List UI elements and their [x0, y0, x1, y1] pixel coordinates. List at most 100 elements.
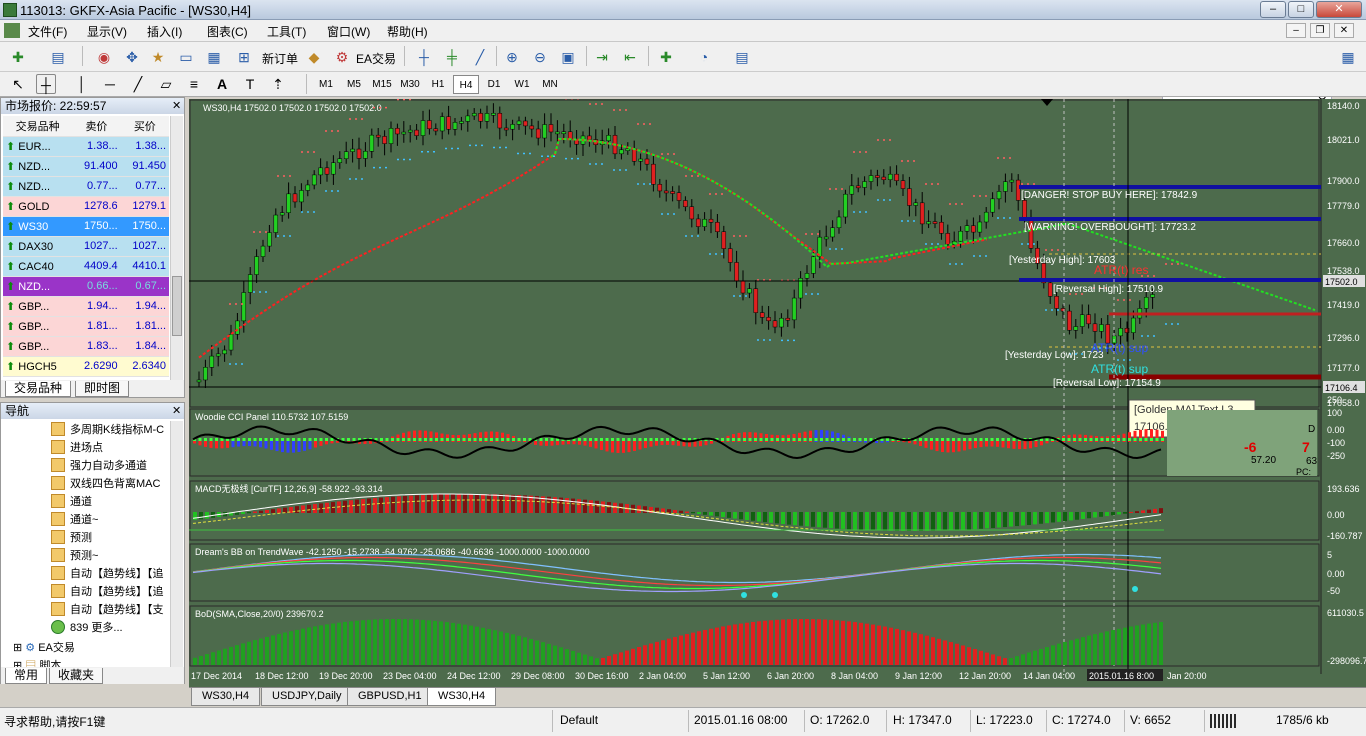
- market-watch-row[interactable]: ⬆ NZD... 0.66... 0.67...: [3, 276, 169, 297]
- market-watch-row[interactable]: ⬆ WS30 1750... 1750...: [3, 216, 169, 237]
- tf-m1[interactable]: M1: [313, 75, 339, 94]
- ea-trading-button[interactable]: EA交易: [356, 50, 396, 67]
- symbol-cell[interactable]: ⬆ WS30: [3, 216, 73, 237]
- navigator-item[interactable]: 通道~: [51, 511, 171, 529]
- candle-chart-icon[interactable]: ╪: [442, 47, 462, 67]
- navigator-item[interactable]: 强力自动多通道: [51, 457, 171, 475]
- tree-group-ea[interactable]: ⊞ ⚙ EA交易: [13, 639, 75, 657]
- autoscroll-icon[interactable]: ⇥: [592, 47, 612, 67]
- bar-chart-icon[interactable]: ┼: [414, 47, 434, 67]
- metaeditor-icon[interactable]: ◆: [304, 47, 324, 67]
- community-icon[interactable]: ▦: [1338, 47, 1358, 67]
- chart-shift-icon[interactable]: ⇤: [620, 47, 640, 67]
- new-order-button[interactable]: 新订单: [262, 50, 298, 67]
- market-watch-icon[interactable]: ◉: [94, 47, 114, 67]
- symbol-cell[interactable]: ⬆ GBP...: [3, 316, 73, 337]
- indicators-icon[interactable]: ✚: [656, 47, 676, 67]
- crosshair-icon[interactable]: ┼: [36, 74, 56, 94]
- symbol-cell[interactable]: ⬆ GBP...: [3, 296, 73, 317]
- tester-icon[interactable]: ▦: [204, 47, 224, 67]
- new-order-icon[interactable]: ⊞: [234, 47, 254, 67]
- market-watch-row[interactable]: ⬆ NZD... 0.77... 0.77...: [3, 176, 169, 197]
- chart-tab-usdjpy[interactable]: USDJPY,Daily: [261, 688, 353, 706]
- line-chart-icon[interactable]: ╱: [470, 47, 490, 67]
- tab-symbols[interactable]: 交易品种: [5, 381, 72, 397]
- mdi-minimize-button[interactable]: –: [1286, 23, 1306, 38]
- navigator-item[interactable]: 自动【趋势线】【追: [51, 565, 171, 583]
- market-watch-row[interactable]: ⬆ EUR... 1.38... 1.38...: [3, 136, 169, 157]
- menu-chart[interactable]: 图表(C): [207, 23, 248, 40]
- close-icon[interactable]: ✕: [172, 99, 181, 112]
- symbol-cell[interactable]: ⬆ CAC40: [3, 256, 73, 277]
- navigator-item[interactable]: 自动【趋势线】【追: [51, 583, 171, 601]
- tf-w1[interactable]: W1: [509, 75, 535, 94]
- chart-tab-gbpusd[interactable]: GBPUSD,H1: [347, 688, 433, 706]
- new-chart-icon[interactable]: ✚: [8, 47, 28, 67]
- symbol-cell[interactable]: ⬆ GOLD: [3, 196, 73, 217]
- chart-tab-ws30[interactable]: WS30,H4: [191, 688, 261, 706]
- scrollbar[interactable]: [170, 116, 183, 380]
- scrollbar[interactable]: [170, 421, 183, 667]
- menu-window[interactable]: 窗口(W): [327, 23, 370, 40]
- equidistant-channel-icon[interactable]: ▱: [156, 74, 176, 94]
- chart-tab-ws30-active[interactable]: WS30,H4: [427, 688, 497, 706]
- menu-file[interactable]: 文件(F): [28, 23, 67, 40]
- close-button[interactable]: ✕: [1316, 1, 1362, 18]
- menu-view[interactable]: 显示(V): [87, 23, 127, 40]
- cursor-icon[interactable]: ↖: [8, 74, 28, 94]
- periods-icon[interactable]: ◔: [694, 47, 714, 67]
- ea-icon[interactable]: ⚙: [332, 47, 352, 67]
- tf-m30[interactable]: M30: [397, 75, 423, 94]
- close-icon[interactable]: ✕: [172, 404, 181, 417]
- column-ask[interactable]: 买价: [120, 116, 169, 137]
- price-chart[interactable]: 18140.0 18021.0 17900.0 17779.0 17660.0 17538…: [189, 99, 1366, 687]
- menu-help[interactable]: 帮助(H): [387, 23, 428, 40]
- navigator-icon[interactable]: ★: [148, 47, 168, 67]
- minimize-button[interactable]: –: [1260, 1, 1286, 18]
- vertical-line-icon[interactable]: │: [72, 74, 92, 94]
- profiles-icon[interactable]: ▤: [48, 47, 68, 67]
- tab-common[interactable]: 常用: [5, 668, 48, 684]
- navigator-item[interactable]: 预测: [51, 529, 171, 547]
- navigator-item[interactable]: 进场点: [51, 439, 171, 457]
- arrows-icon[interactable]: ⇡: [268, 74, 288, 94]
- market-watch-row[interactable]: ⬆ CAC40 4409.4 4410.1: [3, 256, 169, 277]
- templates-icon[interactable]: ▤: [732, 47, 752, 67]
- navigator-item[interactable]: 自动【趋势线】【支: [51, 601, 171, 619]
- market-watch-row[interactable]: ⬆ HGCH5 2.6290 2.6340: [3, 356, 169, 377]
- maximize-button[interactable]: □: [1288, 1, 1314, 18]
- symbol-cell[interactable]: ⬆ NZD...: [3, 176, 73, 197]
- tf-m15[interactable]: M15: [369, 75, 395, 94]
- symbol-cell[interactable]: ⬆ EUR...: [3, 136, 73, 157]
- zoom-out-icon[interactable]: ⊖: [530, 47, 550, 67]
- navigator-item[interactable]: 双线四色背离MAC: [51, 475, 171, 493]
- data-window-icon[interactable]: ✥: [122, 47, 142, 67]
- tf-h4[interactable]: H4: [453, 75, 479, 94]
- mdi-restore-button[interactable]: ❐: [1310, 23, 1330, 38]
- tf-mn[interactable]: MN: [537, 75, 563, 94]
- navigator-item[interactable]: 多周期K线指标M-C: [51, 421, 171, 439]
- navigator-item[interactable]: 通道: [51, 493, 171, 511]
- tf-m5[interactable]: M5: [341, 75, 367, 94]
- mdi-close-button[interactable]: ✕: [1334, 23, 1354, 38]
- navigator-item[interactable]: 预测~: [51, 547, 171, 565]
- market-watch-row[interactable]: ⬆ NZD... 91.400 91.450: [3, 156, 169, 177]
- market-watch-row[interactable]: ⬆ GBP... 1.83... 1.84...: [3, 336, 169, 357]
- column-symbol[interactable]: 交易品种: [3, 116, 73, 137]
- horizontal-line-icon[interactable]: ─: [100, 74, 120, 94]
- tf-h1[interactable]: H1: [425, 75, 451, 94]
- symbol-cell[interactable]: ⬆ HGCH5: [3, 356, 73, 377]
- column-bid[interactable]: 卖价: [72, 116, 121, 137]
- zoom-in-icon[interactable]: ⊕: [502, 47, 522, 67]
- market-watch-row[interactable]: ⬆ GOLD 1278.6 1279.1: [3, 196, 169, 217]
- menu-insert[interactable]: 插入(I): [147, 23, 182, 40]
- market-watch-row[interactable]: ⬆ GBP... 1.81... 1.81...: [3, 316, 169, 337]
- fibonacci-icon[interactable]: ≡: [184, 74, 204, 94]
- navigator-item[interactable]: 839 更多...: [51, 619, 171, 637]
- chart-window[interactable]: 18140.0 18021.0 17900.0 17779.0 17660.0 17538…: [189, 99, 1366, 687]
- terminal-icon[interactable]: ▭: [176, 47, 196, 67]
- tile-windows-icon[interactable]: ▣: [558, 47, 578, 67]
- symbol-cell[interactable]: ⬆ NZD...: [3, 276, 73, 297]
- menu-tools[interactable]: 工具(T): [267, 23, 306, 40]
- tab-favorites[interactable]: 收藏夹: [49, 668, 104, 684]
